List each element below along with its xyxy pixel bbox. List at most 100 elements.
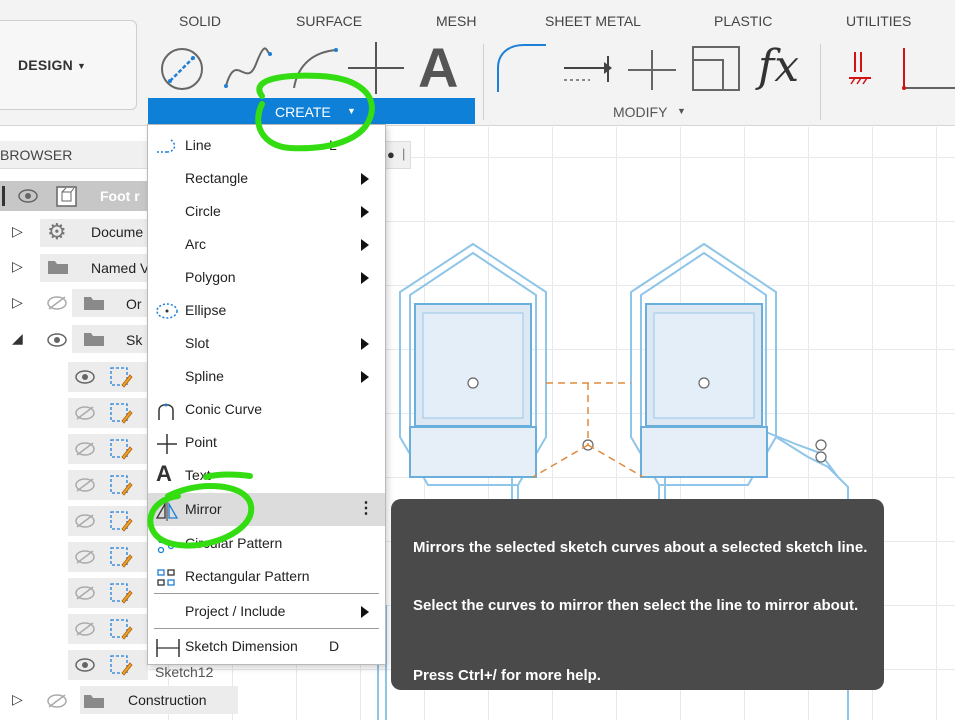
create-menu-button[interactable]: CREATE ▼ (148, 98, 475, 124)
workspace-label: DESIGN (18, 57, 73, 73)
eye-hidden-icon[interactable] (46, 295, 68, 311)
menu-item-line[interactable]: Line L (148, 129, 385, 162)
collapse-icon[interactable]: | (402, 146, 405, 161)
tab-utilities[interactable]: UTILITIES (846, 13, 911, 29)
menu-item-arc[interactable]: Arc (148, 228, 385, 261)
browser-item-label: Foot r (100, 188, 140, 204)
spline-icon[interactable] (222, 46, 274, 92)
menu-item-label: Circular Pattern (185, 535, 283, 551)
tab-mesh[interactable]: MESH (436, 13, 476, 29)
menu-item-project-include[interactable]: Project / Include (148, 595, 385, 628)
menu-item-rectangle[interactable]: Rectangle (148, 162, 385, 195)
pin-icon[interactable]: ● (387, 147, 395, 162)
sketch-icon (110, 511, 133, 532)
sketch-icon (110, 403, 133, 424)
eye-icon[interactable] (74, 369, 96, 385)
menu-item-rectangular-pattern[interactable]: Rectangular Pattern (148, 560, 385, 593)
modify-menu-button[interactable]: MODIFY (613, 104, 667, 120)
expand-arrow-icon[interactable]: ▷ (12, 258, 23, 275)
menu-item-circular-pattern[interactable]: Circular Pattern (148, 527, 385, 560)
arc-icon[interactable] (290, 46, 342, 92)
browser-item-label: Construction (128, 692, 207, 708)
sketch-icon (110, 439, 133, 460)
submenu-arrow-icon (361, 239, 369, 251)
scale-icon[interactable] (690, 44, 744, 94)
folder-icon (84, 297, 104, 310)
browser-item-label: Or (126, 296, 142, 312)
menu-divider (154, 628, 379, 629)
create-dropdown-menu: Line L Rectangle Circle Arc Polygon Elli… (147, 124, 386, 665)
submenu-arrow-icon (361, 371, 369, 383)
tooltip-instructions: Select the curves to mirror then select … (413, 597, 859, 614)
expand-arrow-icon[interactable]: ▷ (12, 294, 23, 311)
create-menu-label: CREATE (275, 104, 331, 120)
chevron-down-icon: ▼ (77, 61, 86, 71)
menu-item-label: Text (185, 467, 211, 483)
offset-icon[interactable] (560, 52, 612, 86)
menu-item-slot[interactable]: Slot (148, 327, 385, 360)
menu-item-label: Circle (185, 203, 221, 219)
sketch-icon (110, 475, 133, 496)
menu-item-label: Point (185, 434, 217, 450)
tab-surface[interactable]: SURFACE (296, 13, 362, 29)
more-options-icon[interactable]: ⋮ (358, 498, 374, 518)
eye-hidden-icon[interactable] (74, 477, 96, 493)
create-sketch-icon[interactable] (155, 46, 209, 92)
text-icon: A (156, 461, 172, 486)
line-icon (157, 139, 176, 153)
toolbar: DESIGN ▼ SOLID SURFACE MESH SHEET METAL … (0, 0, 955, 126)
menu-item-label: Sketch Dimension (185, 638, 298, 654)
menu-item-circle[interactable]: Circle (148, 195, 385, 228)
menu-item-label: Polygon (185, 269, 236, 285)
menu-item-point[interactable]: Point (148, 426, 385, 459)
point-icon[interactable] (346, 40, 406, 96)
eye-hidden-icon[interactable] (46, 693, 68, 709)
workspace-switcher-button[interactable]: DESIGN ▼ (0, 20, 137, 110)
browser-title: BROWSER (0, 147, 73, 163)
tab-solid[interactable]: SOLID (179, 13, 221, 29)
eye-hidden-icon[interactable] (74, 405, 96, 421)
menu-item-label: Rectangular Pattern (185, 568, 310, 584)
shortcut-key: D (329, 638, 340, 654)
expand-arrow-icon[interactable]: ▷ (12, 223, 23, 240)
tab-sheet-metal[interactable]: SHEET METAL (545, 13, 641, 29)
folder-icon (84, 695, 104, 708)
collapse-arrow-icon[interactable]: ◢ (12, 330, 23, 347)
mirror-icon (155, 501, 179, 521)
fillet-icon[interactable] (494, 42, 550, 94)
submenu-arrow-icon (361, 206, 369, 218)
eye-hidden-icon[interactable] (74, 513, 96, 529)
eye-hidden-icon[interactable] (74, 585, 96, 601)
line-constraint-icon[interactable] (900, 46, 955, 94)
sketch-icon (110, 619, 133, 640)
menu-item-text[interactable]: A Text (148, 459, 385, 492)
active-marker (2, 186, 5, 206)
sketch-dimension-icon (156, 639, 180, 657)
tab-plastic[interactable]: PLASTIC (714, 13, 772, 29)
text-icon[interactable]: A (418, 38, 458, 98)
menu-item-sketch-dimension[interactable]: Sketch Dimension D (148, 630, 385, 663)
expand-arrow-icon[interactable]: ▷ (12, 691, 23, 708)
eye-hidden-icon[interactable] (74, 549, 96, 565)
function-icon[interactable]: fx (758, 42, 799, 92)
menu-item-conic-curve[interactable]: Conic Curve (148, 393, 385, 426)
menu-item-mirror[interactable]: Mirror ⋮ (148, 493, 385, 526)
menu-item-spline[interactable]: Spline (148, 360, 385, 393)
menu-item-label: Spline (185, 368, 224, 384)
menu-item-polygon[interactable]: Polygon (148, 261, 385, 294)
tooltip-help: Press Ctrl+/ for more help. (413, 667, 601, 684)
eye-icon[interactable] (46, 332, 68, 348)
eye-hidden-icon[interactable] (74, 441, 96, 457)
eye-hidden-icon[interactable] (74, 621, 96, 637)
chevron-down-icon: ▼ (347, 106, 356, 116)
shortcut-key: L (329, 137, 337, 153)
trim-icon[interactable] (626, 48, 678, 92)
menu-item-ellipse[interactable]: Ellipse (148, 294, 385, 327)
browser-item-label: Named V (91, 260, 150, 276)
constraint-icon[interactable] (845, 48, 875, 92)
eye-icon[interactable] (74, 657, 96, 673)
tooltip-description: Mirrors the selected sketch curves about… (413, 539, 868, 556)
toolbar-divider (820, 44, 821, 120)
mirror-tooltip: Mirrors the selected sketch curves about… (391, 499, 884, 690)
eye-icon[interactable] (17, 188, 39, 204)
